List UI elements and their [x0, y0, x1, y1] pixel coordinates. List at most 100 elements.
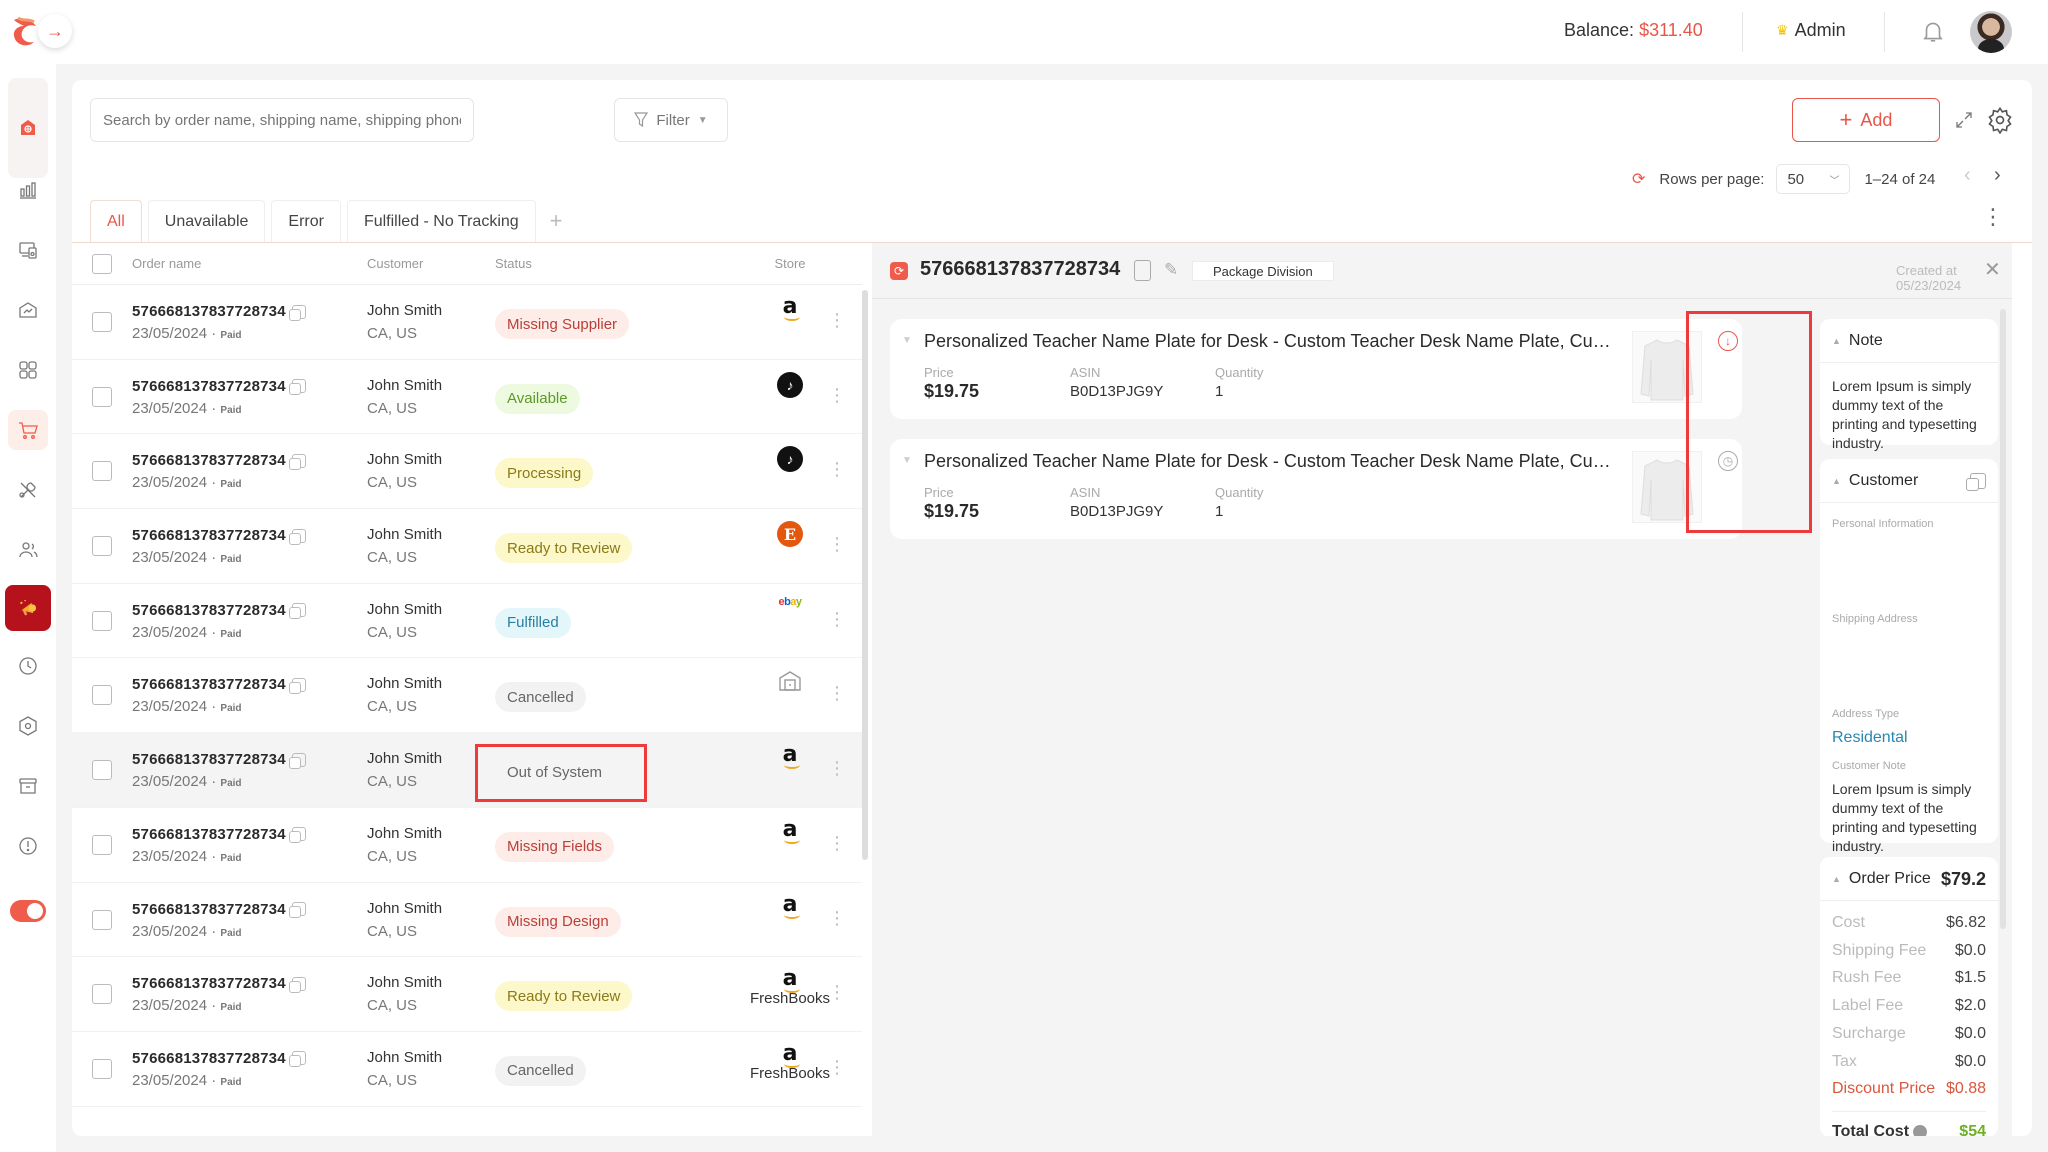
- row-checkbox[interactable]: [92, 834, 112, 855]
- column-header-status[interactable]: Status: [495, 256, 532, 271]
- table-row[interactable]: 576668137837728734 23/05/2024 · Paid Joh…: [72, 883, 862, 958]
- order-price-header[interactable]: ▲ Order Price $79.2: [1820, 857, 1998, 901]
- sidebar-item-tools[interactable]: [8, 470, 48, 510]
- order-id[interactable]: 576668137837728734: [132, 975, 286, 992]
- row-checkbox[interactable]: [92, 984, 112, 1005]
- table-row[interactable]: 576668137837728734 23/05/2024 · Paid Joh…: [72, 285, 862, 360]
- table-row[interactable]: 576668137837728734 23/05/2024 · Paid Joh…: [72, 808, 862, 883]
- gear-icon[interactable]: [1986, 106, 2014, 134]
- copy-icon[interactable]: [288, 453, 306, 470]
- row-checkbox[interactable]: [92, 386, 112, 407]
- tab-fulfilled-no-tracking[interactable]: Fulfilled - No Tracking: [346, 200, 536, 242]
- sidebar-item-users[interactable]: [8, 530, 48, 570]
- row-checkbox[interactable]: [92, 1058, 112, 1079]
- tab-error[interactable]: Error: [271, 200, 341, 242]
- copy-icon[interactable]: [288, 902, 306, 918]
- filter-button[interactable]: Filter ▼: [614, 98, 728, 142]
- bell-icon[interactable]: [1920, 18, 1946, 44]
- row-actions-icon[interactable]: ⋮: [828, 311, 846, 329]
- search-input[interactable]: [90, 98, 474, 142]
- row-checkbox[interactable]: [92, 685, 112, 706]
- detail-scrollbar[interactable]: [2000, 309, 2006, 929]
- edit-icon[interactable]: ✎: [1164, 260, 1178, 280]
- copy-icon[interactable]: [1966, 473, 1986, 491]
- copy-icon[interactable]: [288, 379, 306, 396]
- copy-icon[interactable]: [288, 304, 306, 321]
- sidebar-item-analytics[interactable]: [8, 170, 48, 210]
- order-id[interactable]: 576668137837728734: [132, 751, 286, 768]
- add-tab-button[interactable]: +: [550, 208, 563, 234]
- table-scrollbar[interactable]: [862, 290, 868, 860]
- row-checkbox[interactable]: [92, 536, 112, 557]
- sync-icon[interactable]: ⟳: [890, 262, 908, 280]
- customer-header[interactable]: ▲ Customer: [1820, 459, 1998, 503]
- rows-per-page-select[interactable]: 50 ﹀: [1776, 164, 1851, 194]
- row-actions-icon[interactable]: ⋮: [828, 684, 846, 702]
- row-actions-icon[interactable]: ⋮: [828, 983, 846, 1001]
- add-button[interactable]: + Add: [1792, 98, 1940, 142]
- line-item-card[interactable]: ▼ Personalized Teacher Name Plate for De…: [890, 319, 1742, 419]
- order-id[interactable]: 576668137837728734: [132, 378, 286, 395]
- table-row[interactable]: 576668137837728734 23/05/2024 · Paid Joh…: [72, 733, 862, 808]
- sidebar-item-history[interactable]: [8, 646, 48, 686]
- caret-down-icon[interactable]: ▼: [902, 455, 912, 466]
- note-header[interactable]: ▲ Note: [1820, 319, 1998, 363]
- sidebar-item-devices[interactable]: [8, 230, 48, 270]
- next-page-button[interactable]: ›: [1994, 164, 2001, 187]
- expand-sidebar-button[interactable]: →: [38, 14, 72, 48]
- table-row[interactable]: 576668137837728734 23/05/2024 · Paid Joh…: [72, 957, 862, 1032]
- sidebar-item-orders[interactable]: [8, 410, 48, 450]
- caret-down-icon[interactable]: ▼: [902, 335, 912, 346]
- sidebar-item-apps[interactable]: [8, 350, 48, 390]
- order-id[interactable]: 576668137837728734: [132, 303, 286, 320]
- table-row[interactable]: 576668137837728734 23/05/2024 · Paid Joh…: [72, 1032, 862, 1107]
- order-id[interactable]: 576668137837728734: [132, 826, 286, 843]
- order-id[interactable]: 576668137837728734: [132, 676, 286, 693]
- column-header-customer[interactable]: Customer: [367, 256, 423, 271]
- row-actions-icon[interactable]: ⋮: [828, 460, 846, 478]
- tab-unavailable[interactable]: Unavailable: [147, 200, 266, 242]
- order-id[interactable]: 576668137837728734: [132, 527, 286, 544]
- row-actions-icon[interactable]: ⋮: [828, 535, 846, 553]
- copy-icon[interactable]: [288, 827, 306, 844]
- copy-icon[interactable]: [288, 603, 306, 620]
- sidebar-item-promotions[interactable]: [5, 585, 51, 631]
- close-icon[interactable]: ✕: [1984, 257, 2001, 282]
- table-row[interactable]: 576668137837728734 23/05/2024 · Paid Joh…: [72, 658, 862, 734]
- column-header-store[interactable]: Store: [752, 256, 828, 271]
- sidebar-item-archive[interactable]: [8, 766, 48, 806]
- row-actions-icon[interactable]: ⋮: [828, 834, 846, 852]
- copy-icon[interactable]: [288, 677, 306, 694]
- avatar[interactable]: [1970, 11, 2012, 53]
- copy-icon[interactable]: [288, 1051, 306, 1068]
- sidebar-item-alerts[interactable]: [8, 826, 48, 866]
- sidebar-item-reports[interactable]: [8, 290, 48, 330]
- table-row[interactable]: 576668137837728734 23/05/2024 · Paid Joh…: [72, 360, 862, 435]
- theme-toggle[interactable]: [10, 900, 46, 922]
- role-menu[interactable]: ♛ Admin: [1776, 20, 1846, 41]
- fullscreen-button[interactable]: [1952, 108, 1976, 132]
- order-id[interactable]: 576668137837728734: [132, 901, 286, 918]
- copy-icon[interactable]: [288, 752, 306, 769]
- row-checkbox[interactable]: [92, 909, 112, 930]
- row-actions-icon[interactable]: ⋮: [828, 759, 846, 777]
- order-id[interactable]: 576668137837728734: [132, 452, 286, 469]
- tab-all[interactable]: All: [90, 200, 142, 242]
- row-checkbox[interactable]: [92, 760, 112, 781]
- prev-page-button[interactable]: ‹: [1964, 164, 1971, 187]
- sidebar-item-store[interactable]: [8, 78, 48, 178]
- row-checkbox[interactable]: [92, 610, 112, 631]
- order-id[interactable]: 576668137837728734: [132, 1050, 286, 1067]
- info-icon[interactable]: [1913, 1124, 1928, 1136]
- row-actions-icon[interactable]: ⋮: [828, 386, 846, 404]
- column-header-order-name[interactable]: Order name: [132, 256, 201, 271]
- sidebar-item-settings[interactable]: [8, 706, 48, 746]
- select-all-checkbox[interactable]: [92, 253, 112, 274]
- row-actions-icon[interactable]: ⋮: [828, 909, 846, 927]
- refresh-icon[interactable]: ⟳: [1632, 169, 1645, 189]
- order-id[interactable]: 576668137837728734: [132, 602, 286, 619]
- line-item-card[interactable]: ▼ Personalized Teacher Name Plate for De…: [890, 439, 1742, 539]
- package-division-button[interactable]: Package Division: [1192, 261, 1334, 281]
- table-row[interactable]: 576668137837728734 23/05/2024 · Paid Joh…: [72, 584, 862, 659]
- table-row[interactable]: 576668137837728734 23/05/2024 · Paid Joh…: [72, 509, 862, 584]
